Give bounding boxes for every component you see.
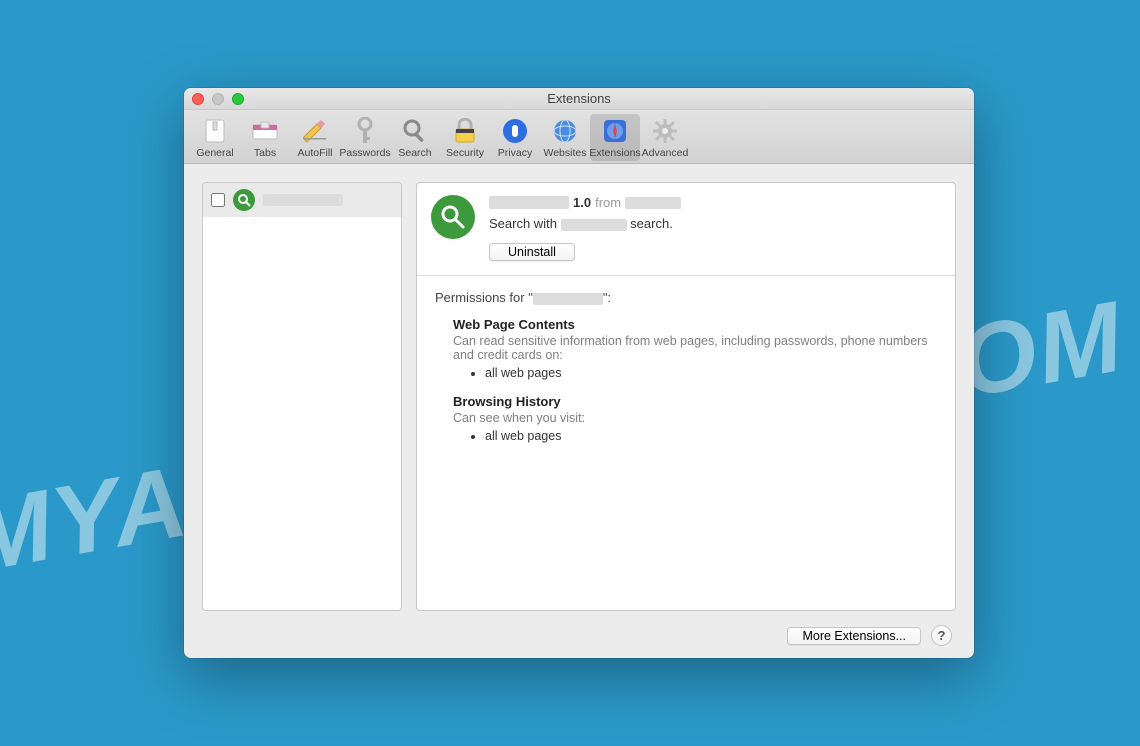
tab-search-label: Search [398, 147, 431, 159]
extension-list-name: ██████████ [263, 194, 343, 206]
uninstall-button[interactable]: Uninstall [489, 243, 575, 261]
tab-passwords[interactable]: Passwords [340, 114, 390, 161]
tabs-icon [251, 117, 279, 145]
extension-description: Search with ██████ search. [489, 216, 941, 231]
permissions-title-suffix: ": [603, 290, 611, 305]
tab-security-label: Security [446, 147, 484, 159]
tab-advanced-label: Advanced [642, 147, 689, 159]
permission-browsing-history: Browsing History Can see when you visit:… [453, 394, 937, 443]
extension-enable-checkbox[interactable] [211, 193, 225, 207]
window-title: Extensions [184, 91, 974, 106]
tab-autofill-label: AutoFill [297, 147, 332, 159]
autofill-icon [301, 117, 329, 145]
permission-description: Can read sensitive information from web … [453, 334, 937, 362]
tab-advanced[interactable]: Advanced [640, 114, 690, 161]
tab-security[interactable]: Security [440, 114, 490, 161]
tab-websites-label: Websites [544, 147, 587, 159]
extension-desc-mid: ██████ [561, 219, 627, 231]
general-icon [201, 117, 229, 145]
tab-search[interactable]: Search [390, 114, 440, 161]
permission-list-item: all web pages [485, 366, 937, 380]
tab-tabs-label: Tabs [254, 147, 276, 159]
tab-passwords-label: Passwords [339, 147, 390, 159]
more-extensions-button[interactable]: More Extensions... [787, 627, 921, 645]
titlebar: Extensions [184, 88, 974, 110]
extension-name: ████████ [489, 196, 569, 209]
preferences-window: Extensions General Tabs AutoFill Passwor… [184, 88, 974, 658]
privacy-icon [501, 117, 529, 145]
panels: ██████████ ████████ 1.0 from ██████ [202, 182, 956, 611]
tab-privacy-label: Privacy [498, 147, 532, 159]
permissions-title-prefix: Permissions for " [435, 290, 533, 305]
permissions-section: Permissions for "████████": Web Page Con… [417, 276, 955, 471]
help-button[interactable]: ? [931, 625, 952, 646]
websites-icon [551, 117, 579, 145]
preferences-toolbar: General Tabs AutoFill Passwords Search [184, 110, 974, 164]
extension-mini-icon [233, 189, 255, 211]
footer: More Extensions... ? [202, 625, 956, 646]
permissions-title-name: ████████ [533, 293, 603, 305]
extension-icon [431, 195, 475, 239]
extensions-icon [601, 117, 629, 145]
tab-autofill[interactable]: AutoFill [290, 114, 340, 161]
permission-list-item: all web pages [485, 429, 937, 443]
extension-list-item[interactable]: ██████████ [203, 183, 401, 217]
permissions-title: Permissions for "████████": [435, 290, 937, 305]
extensions-sidebar: ██████████ [202, 182, 402, 611]
search-icon [401, 117, 429, 145]
content-area: ██████████ ████████ 1.0 from ██████ [184, 164, 974, 658]
tab-general-label: General [196, 147, 233, 159]
extension-header: ████████ 1.0 from ██████ Search with ███… [417, 183, 955, 276]
tab-tabs[interactable]: Tabs [240, 114, 290, 161]
extension-name-line: ████████ 1.0 from ██████ [489, 195, 941, 210]
extension-version: 1.0 [573, 195, 591, 210]
extension-from-label: from [595, 195, 621, 210]
tab-privacy[interactable]: Privacy [490, 114, 540, 161]
passwords-icon [351, 117, 379, 145]
security-icon [451, 117, 479, 145]
tab-websites[interactable]: Websites [540, 114, 590, 161]
permission-heading: Web Page Contents [453, 317, 937, 332]
permission-list: all web pages [453, 366, 937, 380]
advanced-icon [651, 117, 679, 145]
extension-developer: ██████ [625, 197, 681, 209]
extension-details-panel: ████████ 1.0 from ██████ Search with ███… [416, 182, 956, 611]
permission-list: all web pages [453, 429, 937, 443]
tab-extensions-label: Extensions [589, 147, 640, 159]
permission-heading: Browsing History [453, 394, 937, 409]
extension-meta: ████████ 1.0 from ██████ Search with ███… [489, 195, 941, 261]
tab-general[interactable]: General [190, 114, 240, 161]
tab-extensions[interactable]: Extensions [590, 114, 640, 161]
permission-web-page-contents: Web Page Contents Can read sensitive inf… [453, 317, 937, 380]
extension-desc-suffix: search. [630, 216, 673, 231]
permission-description: Can see when you visit: [453, 411, 937, 425]
extension-desc-prefix: Search with [489, 216, 557, 231]
